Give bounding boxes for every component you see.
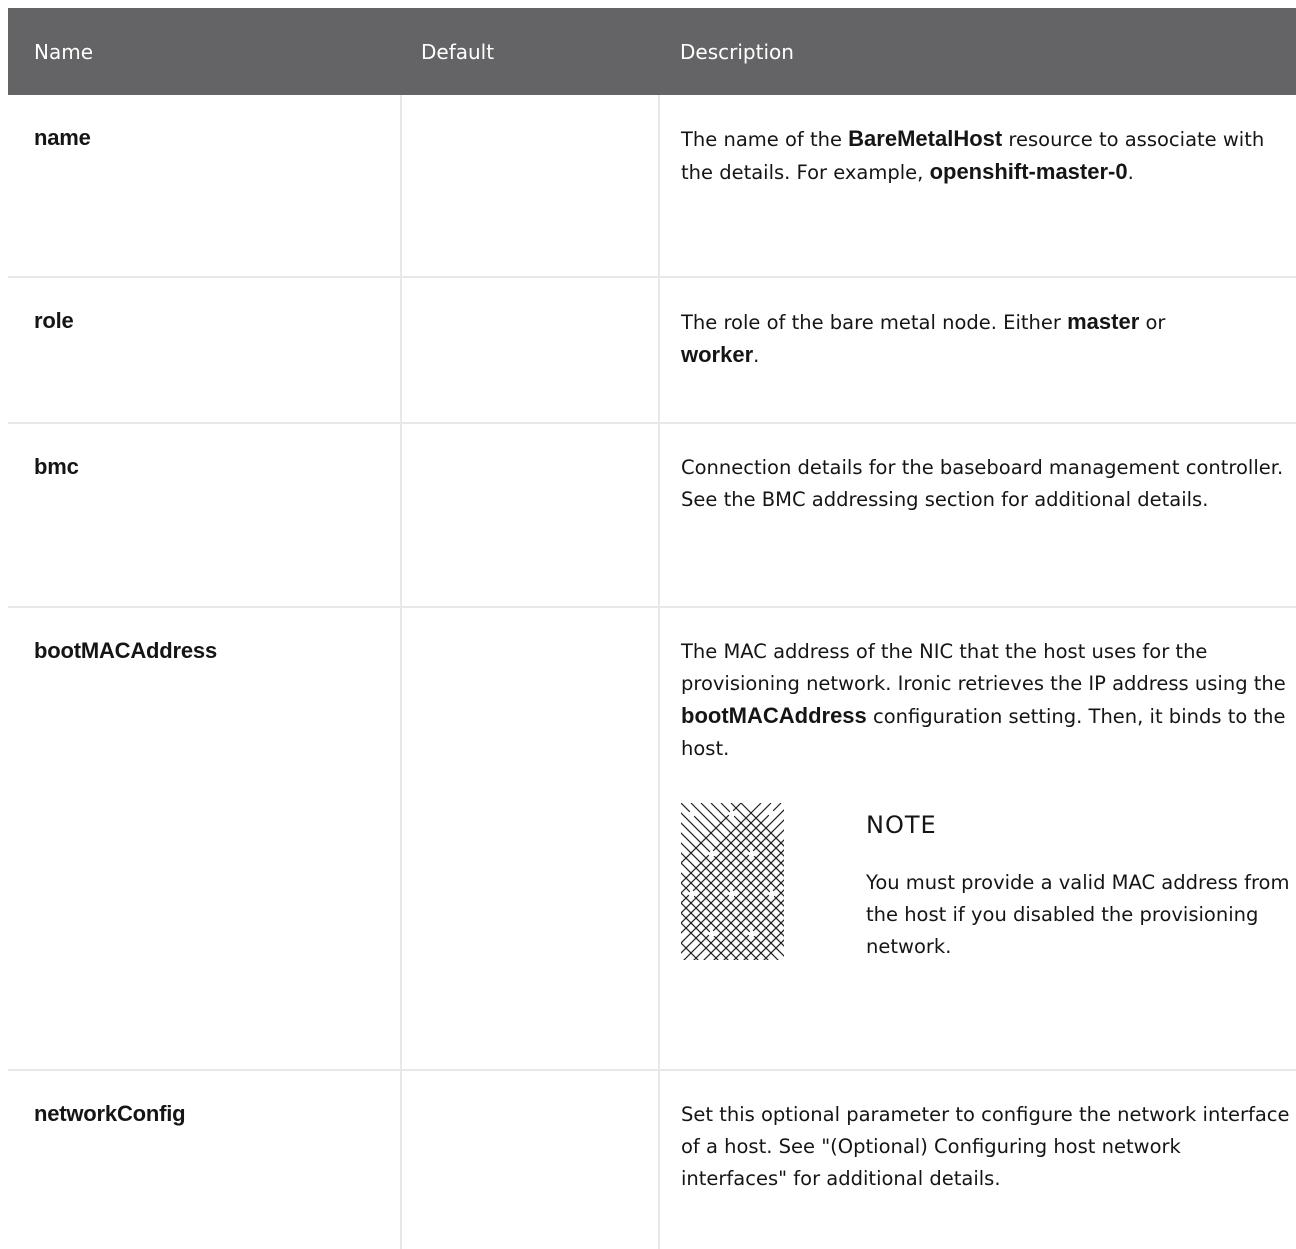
param-description-cell: Connection details for the baseboard man…: [659, 423, 1296, 608]
param-name: name: [34, 125, 91, 150]
note-title: NOTE: [866, 811, 937, 839]
parameters-table: Name Default Description name The name o…: [8, 8, 1296, 1249]
param-name: bootMACAddress: [34, 638, 217, 663]
param-description-cell: The MAC address of the NIC that the host…: [659, 607, 1296, 1071]
param-name: networkConfig: [34, 1101, 186, 1126]
note-body: You must provide a valid MAC address fro…: [866, 871, 1290, 958]
description-text: The role of the bare metal node. Either: [681, 311, 1068, 334]
param-default-cell: [401, 95, 660, 278]
param-default-cell: [401, 277, 660, 424]
description-emphasis: openshift-master-0: [929, 159, 1128, 184]
description-text: .: [1127, 161, 1134, 184]
note-admonition: NOTE You must provide a valid MAC addres…: [681, 803, 1290, 963]
description-emphasis: master: [1067, 309, 1140, 334]
param-name: bmc: [34, 454, 79, 479]
description-emphasis: worker: [681, 342, 754, 367]
table-row: bmc Connection details for the baseboard…: [8, 423, 1296, 608]
description-text: The MAC address of the NIC that the host…: [681, 640, 1286, 695]
param-name: role: [34, 308, 74, 333]
table-row: name The name of the BareMetalHost resou…: [8, 95, 1296, 278]
description-emphasis: bootMACAddress: [681, 703, 867, 728]
param-description: The name of the BareMetalHost resource t…: [681, 123, 1290, 189]
table-row: role The role of the bare metal node. Ei…: [8, 277, 1296, 424]
param-description-cell: The name of the BareMetalHost resource t…: [659, 95, 1296, 278]
param-default-cell: [401, 607, 660, 1071]
param-default-cell: [401, 423, 660, 608]
table-row: networkConfig Set this optional paramete…: [8, 1070, 1296, 1249]
param-description-cell: The role of the bare metal node. Either …: [659, 277, 1296, 424]
column-header-description: Description: [680, 39, 794, 64]
column-header-name: Name: [34, 39, 94, 64]
param-description: Set this optional parameter to configure…: [681, 1103, 1290, 1190]
param-description-cell: Set this optional parameter to configure…: [659, 1070, 1296, 1249]
param-name-cell: name: [8, 95, 402, 278]
table-header-row: Name Default Description: [8, 8, 1296, 95]
param-description: The role of the bare metal node. Either …: [681, 306, 1290, 372]
column-header-default: Default: [421, 39, 495, 64]
description-text: .: [753, 344, 760, 367]
param-name-cell: networkConfig: [8, 1070, 402, 1249]
param-name-cell: bootMACAddress: [8, 607, 402, 1071]
param-default-cell: [401, 1070, 660, 1249]
param-description: Connection details for the baseboard man…: [681, 456, 1284, 511]
param-description: The MAC address of the NIC that the host…: [681, 636, 1290, 765]
description-text: or: [1139, 311, 1166, 334]
param-name-cell: bmc: [8, 423, 402, 608]
description-emphasis: BareMetalHost: [848, 126, 1003, 151]
table-row: bootMACAddress The MAC address of the NI…: [8, 607, 1296, 1071]
description-text: The name of the: [681, 128, 849, 151]
note-pattern-icon: [681, 803, 784, 960]
param-name-cell: role: [8, 277, 402, 424]
